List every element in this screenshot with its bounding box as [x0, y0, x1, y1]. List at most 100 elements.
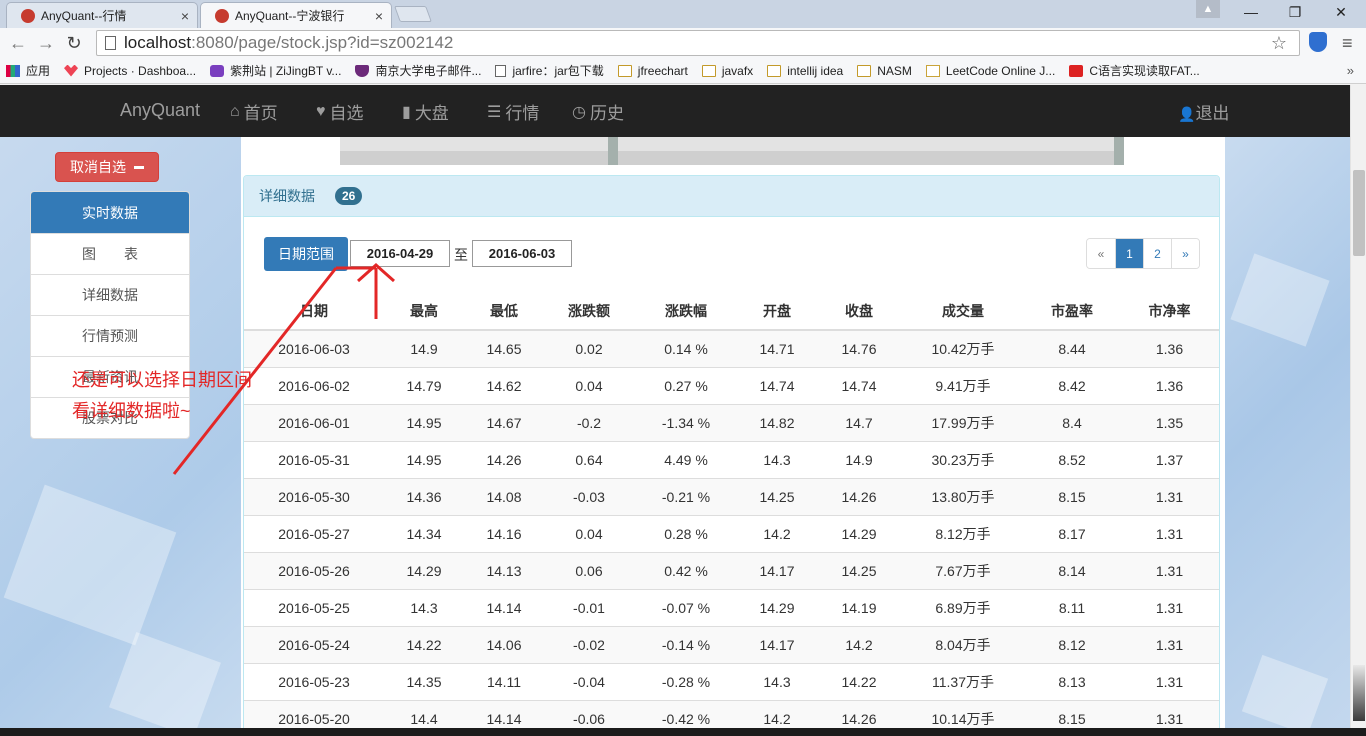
browser-tab-active[interactable]: AnyQuant--宁波银行 ×: [200, 2, 392, 28]
cell-high: 14.95: [384, 440, 464, 478]
cell-date: 2016-05-26: [244, 551, 384, 589]
extension-shield-icon[interactable]: [1309, 32, 1327, 52]
date-range-button[interactable]: 日期范围: [264, 237, 348, 271]
column-header[interactable]: 涨跌幅: [634, 292, 738, 331]
cell-open: 14.17: [738, 551, 816, 589]
scrollbar-thumb[interactable]: [1353, 170, 1365, 256]
cell-high: 14.3: [384, 588, 464, 626]
os-taskbar: [0, 728, 1366, 736]
side-item-realtime[interactable]: 实时数据: [31, 192, 189, 233]
bookmark-star-icon[interactable]: ☆: [1271, 33, 1287, 54]
cell-pct: -0.07 %: [634, 588, 738, 626]
bookmark-item[interactable]: NASM: [857, 64, 912, 78]
bookmark-label: javafx: [721, 63, 754, 78]
column-header[interactable]: 收盘: [816, 292, 902, 331]
table-row: 2016-06-02 14.79 14.62 0.04 0.27 % 14.74 14.74…: [244, 366, 1219, 404]
bookmark-item[interactable]: 应用: [6, 62, 50, 79]
column-header[interactable]: 开盘: [738, 292, 816, 331]
close-window-icon[interactable]: ✕: [1318, 0, 1364, 24]
pagination-page-1[interactable]: 1: [1115, 239, 1143, 268]
date-to-input[interactable]: 2016-06-03: [472, 240, 572, 267]
page-icon: [105, 36, 116, 50]
record-count-badge: 26: [335, 187, 363, 205]
bookmark-item[interactable]: 紫荆站 | ZiJingBT v...: [210, 62, 341, 79]
bookmark-item[interactable]: Projects · Dashboa...: [64, 64, 196, 78]
profile-icon[interactable]: ▲: [1196, 0, 1220, 18]
sparkline-navigator[interactable]: [340, 137, 1124, 165]
cell-date: 2016-05-31: [244, 440, 384, 478]
side-item-detail[interactable]: 详细数据: [31, 274, 189, 315]
cell-date: 2016-06-01: [244, 403, 384, 441]
cell-pb: 1.36: [1120, 366, 1219, 404]
nav-label: 行情: [505, 104, 540, 123]
fox-icon: [64, 64, 79, 77]
nav-favorites[interactable]: ♥ 自选: [316, 99, 364, 124]
forward-icon[interactable]: →: [34, 31, 58, 55]
heart-icon: ♥: [316, 102, 326, 120]
bookmark-item[interactable]: LeetCode Online J...: [925, 64, 1055, 78]
cell-open: 14.25: [738, 477, 816, 515]
range-handle-right[interactable]: [1114, 137, 1124, 165]
pagination-next[interactable]: »: [1171, 239, 1199, 268]
bookmark-item[interactable]: intellij idea: [767, 64, 843, 78]
table-row: 2016-05-31 14.95 14.26 0.64 4.49 % 14.3 14.9 30…: [244, 440, 1219, 478]
cell-open: 14.3: [738, 662, 816, 700]
column-header[interactable]: 成交量: [902, 292, 1024, 331]
column-header[interactable]: 最低: [464, 292, 544, 331]
browser-tab-strip: AnyQuant--行情 × AnyQuant--宁波银行 × ▲ — ❐ ✕: [0, 0, 1366, 28]
bookmark-label: jarfire：jar包下载: [512, 64, 604, 78]
range-handle-left[interactable]: [608, 137, 618, 165]
logout-link[interactable]: 👤退出: [1178, 99, 1229, 124]
nav-quotes[interactable]: ☰ 行情: [487, 99, 539, 124]
close-tab-icon[interactable]: ×: [375, 8, 383, 24]
date-from-input[interactable]: 2016-04-29: [350, 240, 450, 267]
bookmark-item[interactable]: javafx: [701, 63, 754, 78]
purple-icon: [210, 64, 225, 77]
back-icon[interactable]: ←: [6, 31, 30, 55]
side-item-chart[interactable]: 图 表: [31, 233, 189, 274]
app-brand[interactable]: AnyQuant: [120, 100, 200, 121]
bookmark-item[interactable]: C语言实现读取FAT...: [1069, 62, 1200, 79]
unfollow-button[interactable]: 取消自选: [55, 152, 159, 182]
page-scrollbar[interactable]: [1350, 85, 1366, 736]
cell-volume: 11.37万手: [902, 662, 1024, 700]
reload-icon[interactable]: ↻: [62, 31, 86, 55]
cell-close: 14.9: [816, 440, 902, 478]
red-icon: [1069, 64, 1084, 77]
bookmarks-overflow-icon[interactable]: »: [1347, 63, 1354, 78]
nav-history[interactable]: ◷ 历史: [572, 99, 624, 124]
new-tab-button[interactable]: [394, 6, 432, 22]
browser-tab[interactable]: AnyQuant--行情 ×: [6, 2, 198, 28]
minus-icon: [134, 165, 144, 169]
side-item-forecast[interactable]: 行情预测: [31, 315, 189, 356]
column-header[interactable]: 日期: [244, 292, 384, 331]
cell-pct: -1.34 %: [634, 403, 738, 441]
site-favicon-icon: [215, 8, 229, 23]
cell-pct: -0.14 %: [634, 625, 738, 663]
nav-home[interactable]: ⌂ 首页: [230, 99, 278, 124]
pagination-page-2[interactable]: 2: [1143, 239, 1171, 268]
minimize-icon[interactable]: —: [1228, 0, 1274, 24]
address-bar[interactable]: localhost:8080/page/stock.jsp?id=sz00214…: [96, 30, 1300, 56]
cell-change: 0.64: [544, 440, 634, 478]
column-header[interactable]: 市盈率: [1024, 292, 1120, 331]
cell-volume: 7.67万手: [902, 551, 1024, 589]
column-header[interactable]: 涨跌额: [544, 292, 634, 331]
table-body: 2016-06-03 14.9 14.65 0.02 0.14 % 14.71 14.76 1…: [244, 329, 1219, 735]
column-header[interactable]: 市净率: [1120, 292, 1219, 331]
bookmark-item[interactable]: 南京大学电子邮件...: [355, 62, 481, 79]
bookmark-label: NASM: [877, 63, 912, 78]
pagination-prev[interactable]: «: [1087, 239, 1115, 268]
cell-change: -0.2: [544, 403, 634, 441]
column-header[interactable]: 最高: [384, 292, 464, 331]
cell-open: 14.71: [738, 329, 816, 367]
browser-menu-icon[interactable]: ≡: [1342, 33, 1353, 54]
bookmark-item[interactable]: jfreechart: [617, 64, 688, 78]
restore-icon[interactable]: ❐: [1272, 0, 1318, 24]
bookmark-item[interactable]: jarfire：jar包下载: [495, 62, 604, 79]
close-tab-icon[interactable]: ×: [181, 8, 189, 24]
bookmark-label: intellij idea: [787, 63, 844, 78]
cell-change: 0.06: [544, 551, 634, 589]
panel-title: 详细数据: [259, 188, 315, 204]
nav-market[interactable]: ▮ 大盘: [402, 99, 449, 124]
